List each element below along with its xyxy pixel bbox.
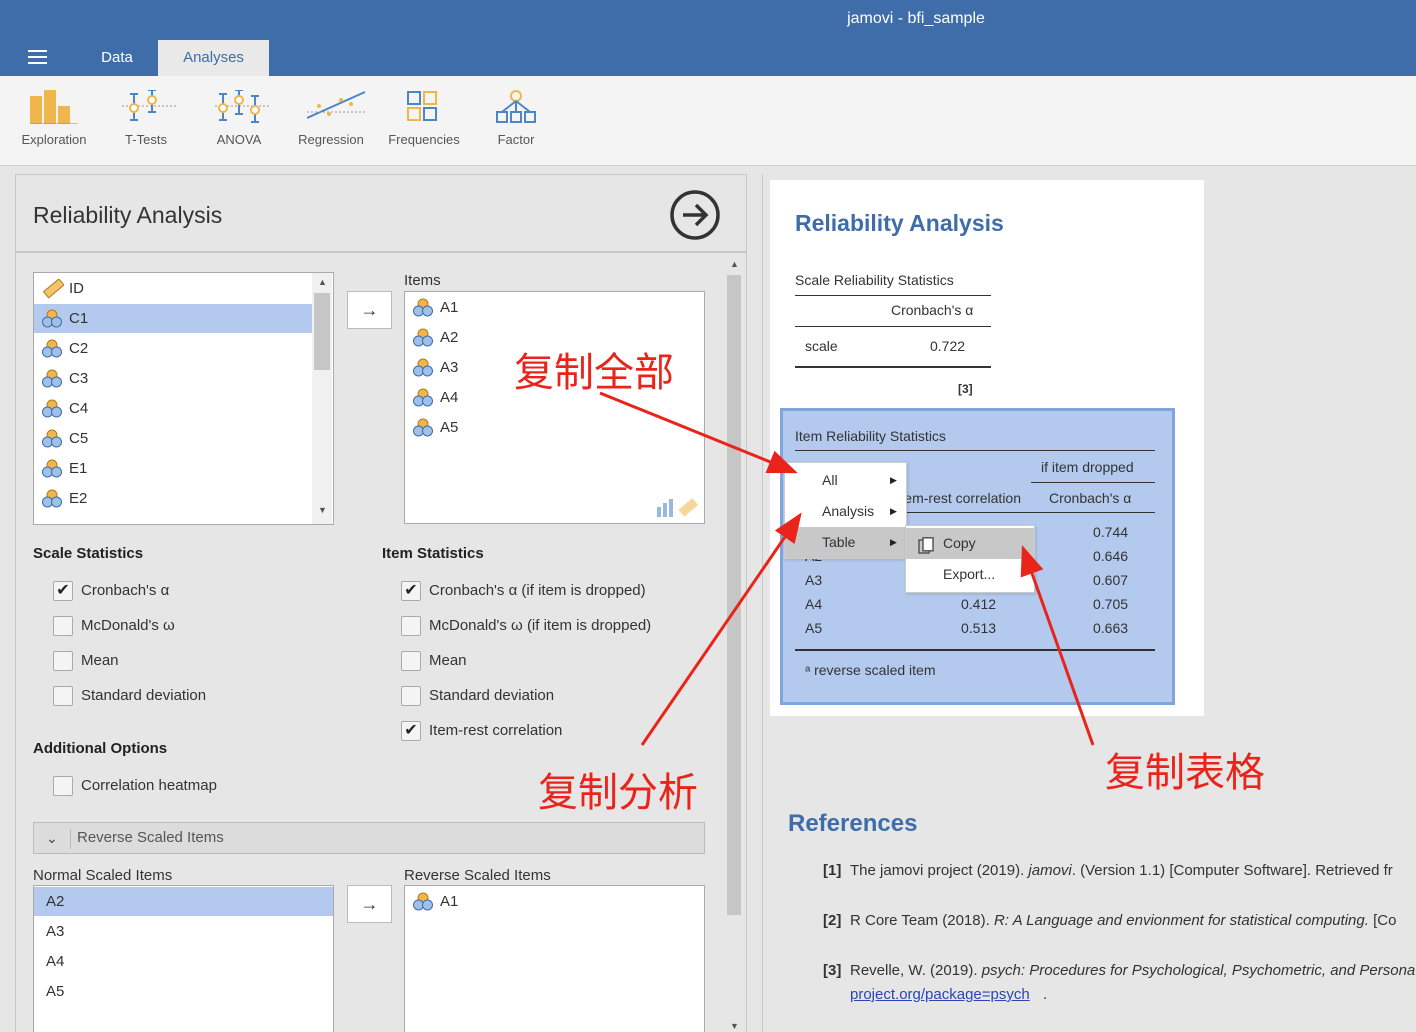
annotation-arrows: [599, 391, 1095, 746]
arrow-copy-all: [599, 391, 798, 474]
jamovi-window: jamovi - bfi_sample Data Analyses Explor…: [0, 0, 1416, 1032]
arrow-copy-analysis: [640, 512, 802, 746]
arrow-copy-table: [1020, 545, 1095, 746]
